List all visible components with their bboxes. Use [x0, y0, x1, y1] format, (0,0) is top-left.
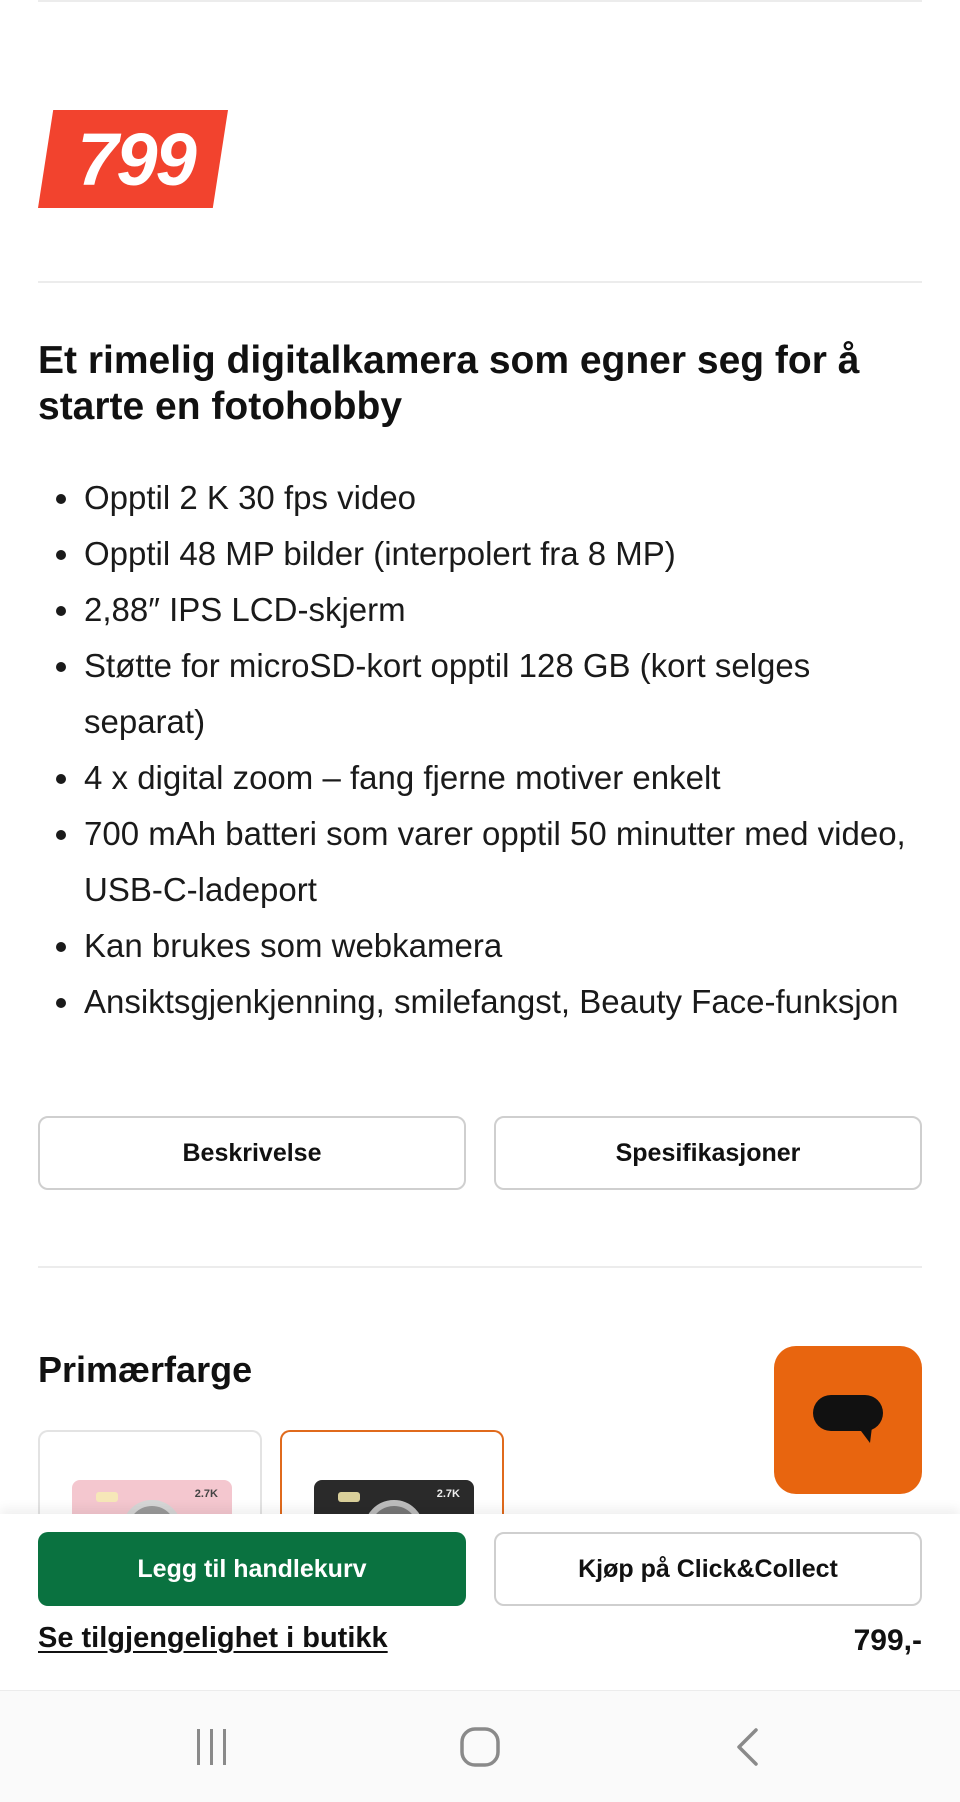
flash-shape — [338, 1492, 360, 1502]
back-icon — [737, 1728, 758, 1766]
product-headline: Et rimelig digitalkamera som egner seg f… — [38, 339, 860, 428]
feature-item: 4 x digital zoom – fang fjerne motiver e… — [38, 750, 922, 806]
home-button[interactable] — [450, 1719, 510, 1775]
recents-button[interactable] — [182, 1719, 242, 1775]
resolution-tag: 2.7K — [194, 1488, 218, 1500]
feature-list: Opptil 2 K 30 fps video Opptil 48 MP bil… — [38, 470, 922, 1030]
feature-item: Opptil 48 MP bilder (interpolert fra 8 M… — [38, 526, 922, 582]
price-badge: 799 — [38, 110, 228, 208]
primary-color-title: Primærfarge — [38, 1349, 253, 1390]
description-button[interactable]: Beskrivelse — [38, 1116, 466, 1190]
top-divider — [38, 0, 922, 2]
chat-bubble-icon — [813, 1395, 883, 1443]
store-availability-link[interactable]: Se tilgjengelighet i butikk — [38, 1622, 388, 1655]
back-button[interactable] — [718, 1719, 778, 1775]
chat-button[interactable] — [774, 1346, 922, 1494]
click-and-collect-button[interactable]: Kjøp på Click&Collect — [494, 1532, 922, 1606]
price-badge-value: 799 — [77, 117, 196, 201]
feature-item: Kan brukes som webkamera — [38, 918, 922, 974]
specifications-button[interactable]: Spesifikasjoner — [494, 1116, 922, 1190]
section-divider — [38, 1266, 922, 1268]
flash-shape — [96, 1492, 118, 1502]
feature-item: Opptil 2 K 30 fps video — [38, 470, 922, 526]
add-to-cart-button[interactable]: Legg til handlekurv — [38, 1532, 466, 1606]
system-navigation-bar — [0, 1690, 960, 1802]
feature-item: 700 mAh batteri som varer opptil 50 minu… — [38, 806, 922, 918]
resolution-tag: 2.7K — [436, 1488, 460, 1500]
section-divider — [38, 281, 922, 283]
bottom-price: 799,- — [853, 1624, 922, 1657]
product-page: 799 Et rimelig digitalkamera som egner s… — [0, 0, 960, 1802]
bottom-action-bar: Legg til handlekurv Kjøp på Click&Collec… — [0, 1514, 960, 1690]
feature-item: 2,88″ IPS LCD-skjerm — [38, 582, 922, 638]
recents-icon — [197, 1729, 226, 1765]
feature-item: Ansiktsgjenkjenning, smilefangst, Beauty… — [38, 974, 922, 1030]
home-icon — [460, 1727, 500, 1767]
feature-item: Støtte for microSD-kort opptil 128 GB (k… — [38, 638, 922, 750]
